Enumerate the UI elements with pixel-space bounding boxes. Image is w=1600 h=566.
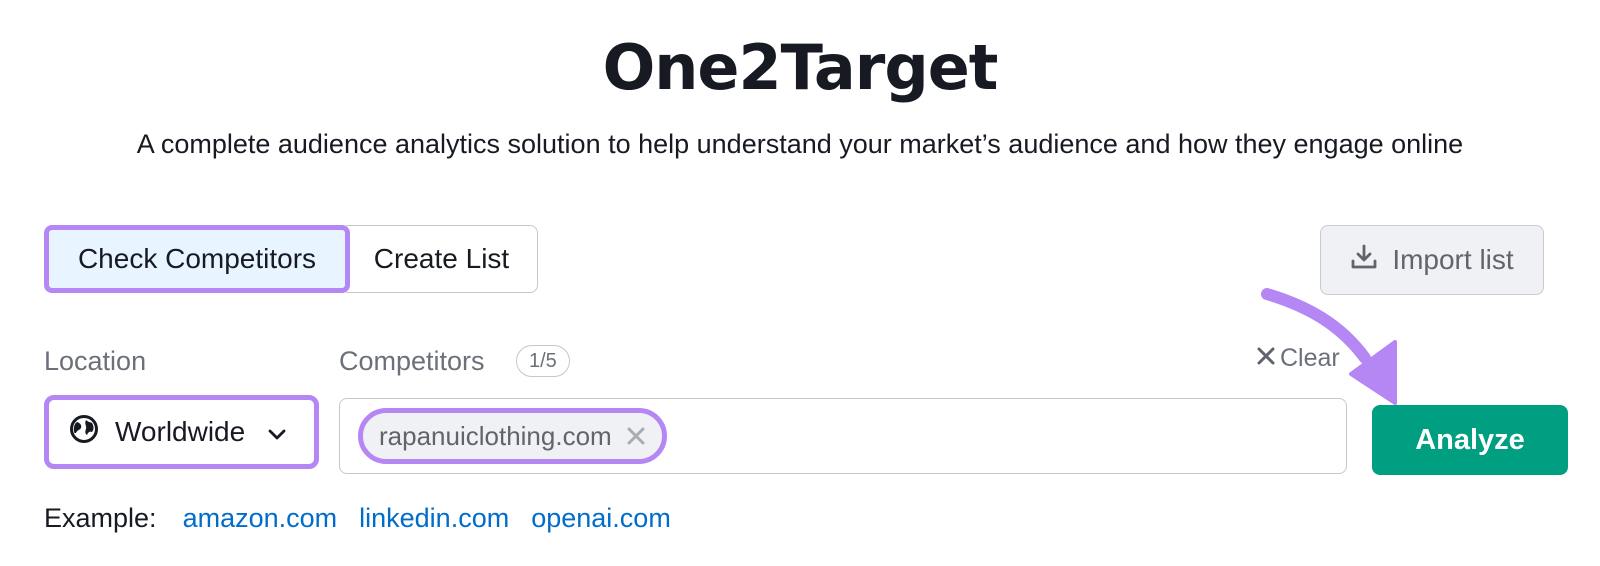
clear-button[interactable]: Clear [1256, 344, 1340, 373]
example-link-openai[interactable]: openai.com [531, 500, 671, 536]
location-select[interactable]: Worldwide [44, 395, 319, 469]
competitors-input[interactable]: rapanuiclothing.com [339, 398, 1347, 474]
example-link-amazon[interactable]: amazon.com [183, 500, 338, 536]
tab-label: Create List [373, 243, 510, 274]
example-row: Example: amazon.com linkedin.com openai.… [44, 500, 671, 536]
remove-chip-icon[interactable] [626, 426, 646, 446]
location-value: Worldwide [115, 416, 246, 447]
tab-check-competitors[interactable]: Check Competitors [44, 225, 350, 293]
chevron-down-icon [267, 416, 287, 448]
tab-label: Check Competitors [77, 243, 317, 274]
close-icon [1256, 344, 1276, 373]
analyze-button[interactable]: Analyze [1372, 405, 1568, 475]
competitors-count-badge: 1/5 [516, 345, 570, 377]
page-subtitle: A complete audience analytics solution t… [136, 129, 1464, 159]
tab-create-list[interactable]: Create List [346, 225, 538, 293]
import-list-button[interactable]: Import list [1320, 225, 1544, 295]
globe-icon [69, 414, 99, 451]
download-icon [1350, 243, 1378, 278]
competitor-chip: rapanuiclothing.com [358, 408, 667, 464]
import-list-label: Import list [1392, 244, 1514, 275]
competitor-chip-label: rapanuiclothing.com [379, 420, 612, 451]
example-link-linkedin[interactable]: linkedin.com [359, 500, 509, 536]
page-title: One2Target [602, 31, 999, 104]
location-label: Location [44, 346, 147, 376]
example-label: Example: [44, 503, 157, 533]
clear-label: Clear [1280, 344, 1340, 372]
competitors-label: Competitors [339, 346, 485, 376]
